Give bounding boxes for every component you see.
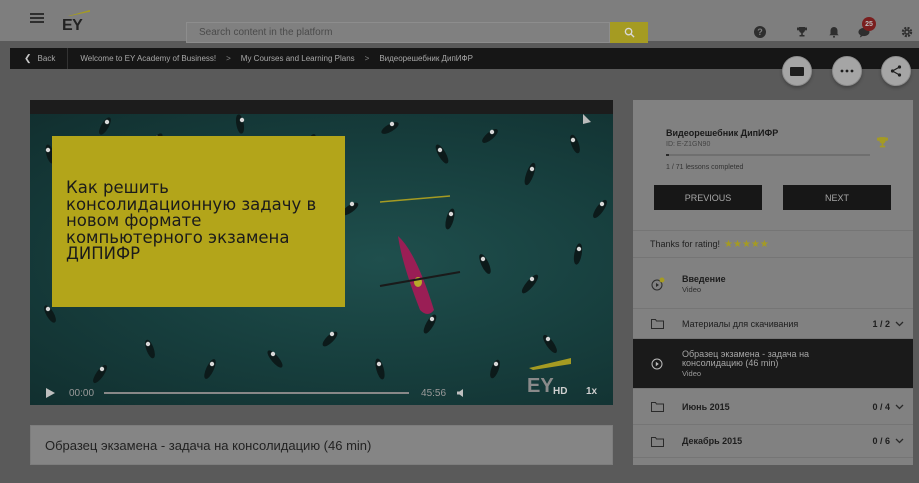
speed-button[interactable]: 1x [586, 386, 597, 397]
play-badge-icon [651, 277, 665, 290]
trophy-icon[interactable] [796, 26, 808, 38]
video-controls: 00:00 45:56 [30, 381, 613, 405]
breadcrumb-separator: > [364, 54, 370, 63]
folder-icon [651, 402, 664, 412]
course-name: Видеорешебник ДипИФР [666, 128, 779, 138]
rating-stars[interactable]: ★★★★★ [724, 239, 769, 250]
next-button[interactable]: NEXT [783, 185, 891, 210]
share-icon [890, 65, 902, 77]
folder-icon [651, 319, 664, 329]
previous-button[interactable]: PREVIOUS [654, 185, 762, 210]
section-count: 0 / 6 [872, 436, 890, 446]
time-current: 00:00 [69, 387, 95, 399]
breadcrumb-separator: > [226, 54, 231, 63]
logo-text: EY [62, 17, 83, 34]
section-label: Материалы для скачивания [682, 318, 799, 329]
gear-icon[interactable] [901, 26, 913, 38]
breadcrumb-item-courses[interactable]: My Courses and Learning Plans [241, 54, 355, 63]
video-slide-text: Как решить консолидационную задачу в нов… [66, 178, 317, 263]
play-icon[interactable] [46, 388, 55, 398]
notification-badge: 25 [862, 17, 876, 31]
section-row-materials[interactable]: Материалы для скачивания 1 / 2 [633, 309, 913, 339]
chevron-left-icon: ❮ [24, 53, 32, 63]
chevron-down-icon [895, 404, 904, 409]
section-row-current-lesson[interactable]: Образец экзамена - задача на консолидаци… [633, 339, 913, 389]
volume-icon[interactable] [456, 388, 466, 398]
breadcrumb: Welcome to EY Academy of Business! > My … [68, 54, 473, 63]
section-label: Июнь 2015 [682, 401, 730, 412]
video-top-bar [30, 100, 613, 114]
kayak-image [379, 236, 461, 314]
rating-label: Thanks for rating! [650, 239, 721, 249]
section-label: Декабрь 2015 [682, 436, 743, 446]
quality-button[interactable]: HD [553, 386, 567, 397]
rating-row: Thanks for rating! ★★★★★ [633, 230, 913, 258]
section-row-intro[interactable]: Введение Video [633, 259, 913, 309]
back-button[interactable]: ❮ Back [10, 48, 69, 69]
section-sub: Video [682, 368, 702, 378]
lessons-completed: 1 / 71 lessons completed [666, 164, 744, 171]
time-total: 45:56 [421, 387, 447, 399]
course-progress-bar [666, 154, 870, 156]
display-icon [790, 66, 804, 76]
share-button[interactable] [881, 56, 911, 86]
display-mode-button[interactable] [782, 56, 812, 86]
section-count: 0 / 4 [872, 401, 890, 412]
section-row-june-2015[interactable]: Июнь 2015 0 / 4 [633, 389, 913, 425]
ey-logo[interactable]: EY [62, 10, 92, 34]
breadcrumb-item-home[interactable]: Welcome to EY Academy of Business! [80, 54, 216, 63]
folder-icon [651, 436, 664, 447]
chevron-down-icon [895, 438, 904, 444]
section-label: Образец экзамена - задача на консолидаци… [682, 349, 867, 378]
trophy-icon [877, 137, 888, 148]
more-options-button[interactable] [832, 56, 862, 86]
chevron-down-icon [895, 321, 904, 326]
seek-bar[interactable] [104, 392, 410, 394]
search-icon [624, 27, 635, 38]
more-icon [840, 69, 854, 73]
section-row-december-2015[interactable]: Декабрь 2015 0 / 6 [633, 425, 913, 458]
play-circle-icon [651, 358, 663, 369]
section-label: Введение Video [682, 273, 726, 294]
back-label: Back [37, 54, 56, 63]
section-sub: Video [682, 284, 702, 294]
help-icon[interactable]: ? [754, 26, 766, 38]
lesson-title: Образец экзамена - задача на консолидаци… [30, 425, 613, 465]
search-button[interactable] [610, 22, 648, 43]
course-id: ID: E-Z1GN90 [666, 141, 711, 148]
bell-icon[interactable] [828, 26, 840, 38]
hamburger-icon[interactable] [30, 13, 44, 23]
expand-icon [583, 114, 591, 124]
section-count: 1 / 2 [872, 318, 890, 329]
breadcrumb-item-current: Видеорешебник ДипИФР [379, 54, 473, 63]
search-input[interactable]: Search content in the platform [186, 22, 610, 43]
